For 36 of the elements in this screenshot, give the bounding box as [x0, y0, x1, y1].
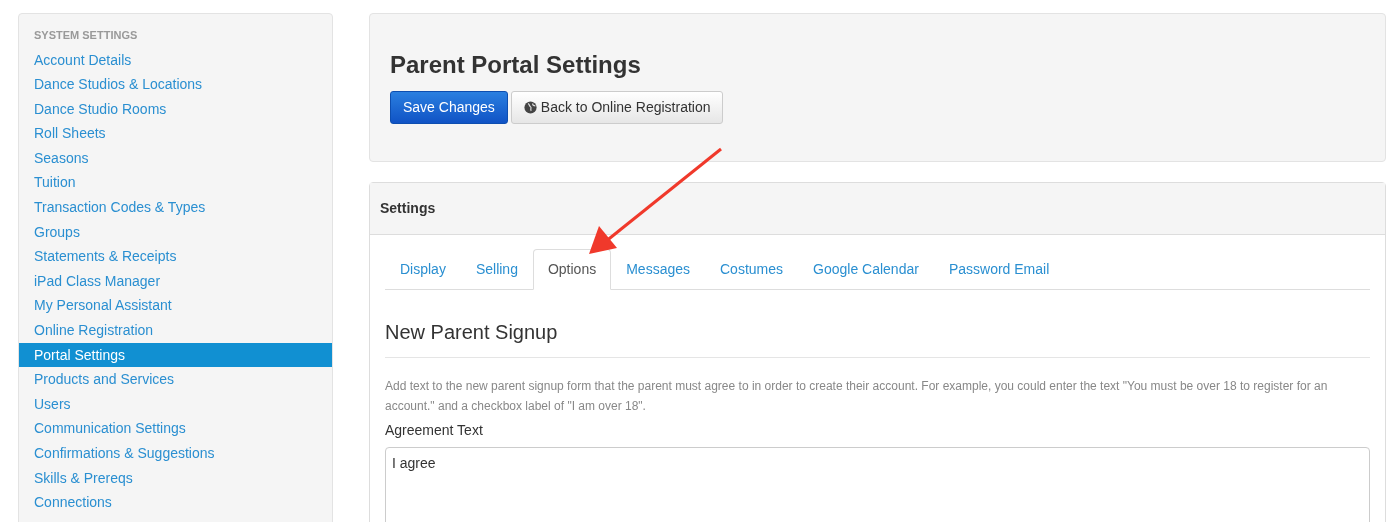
save-button[interactable]: Save Changes	[390, 91, 508, 124]
sidebar-item[interactable]: Communication Settings	[19, 416, 332, 441]
section-title: New Parent Signup	[385, 290, 1370, 358]
sidebar-item[interactable]: Roll Sheets	[19, 121, 332, 146]
tab[interactable]: Options	[532, 249, 612, 290]
sidebar-heading: SYSTEM SETTINGS	[33, 28, 139, 43]
sidebar-item[interactable]: Dance Studios & Locations	[19, 72, 332, 97]
sidebar-item[interactable]: Users	[19, 391, 332, 417]
tab[interactable]: Messages	[611, 249, 705, 290]
sidebar-item[interactable]: iPad Class Manager	[19, 268, 332, 294]
field-label: Agreement Text	[385, 421, 483, 440]
sidebar-item[interactable]: Statements & Receipts	[19, 244, 332, 269]
globe-icon	[524, 101, 538, 114]
sidebar-item[interactable]: Account Details	[19, 47, 332, 73]
panel-heading: Settings	[370, 183, 1385, 235]
sidebar-item[interactable]: Transaction Codes & Types	[19, 195, 332, 220]
tab[interactable]: Costumes	[705, 249, 799, 290]
sidebar-item[interactable]: Online Registration	[19, 318, 332, 343]
sidebar-item[interactable]: Skills & Prereqs	[19, 465, 332, 491]
sidebar-item[interactable]: Dance Studio Rooms	[19, 96, 332, 122]
agreement-text-field[interactable]: I agree	[385, 447, 1370, 522]
back-button[interactable]: Back to Online Registration	[511, 91, 724, 124]
sidebar-item[interactable]: Groups	[19, 219, 332, 245]
help-text: Add text to the new parent signup form that the parent must agree to in order to create their account. For example, you could enter the text "You must be over 18 to register for an account." and a checkbox label of "I am over 18".	[385, 378, 1329, 415]
tab[interactable]: Google Calendar	[798, 249, 934, 290]
sidebar-item[interactable]: Confirmations & Suggestions	[19, 441, 332, 466]
sidebar-item[interactable]: Seasons	[19, 145, 332, 171]
page-title: Parent Portal Settings	[390, 50, 641, 80]
sidebar-item[interactable]: Products and Services	[19, 367, 332, 392]
tab[interactable]: Password Email	[933, 249, 1065, 290]
sidebar-item[interactable]: Portal Settings	[19, 342, 332, 368]
sidebar-item[interactable]: My Personal Assistant	[19, 293, 332, 319]
sidebar-item[interactable]: Connections	[19, 490, 332, 515]
sidebar-item[interactable]: Tuition	[19, 170, 332, 196]
tab[interactable]: Display	[385, 249, 461, 290]
tab[interactable]: Selling	[460, 249, 533, 290]
